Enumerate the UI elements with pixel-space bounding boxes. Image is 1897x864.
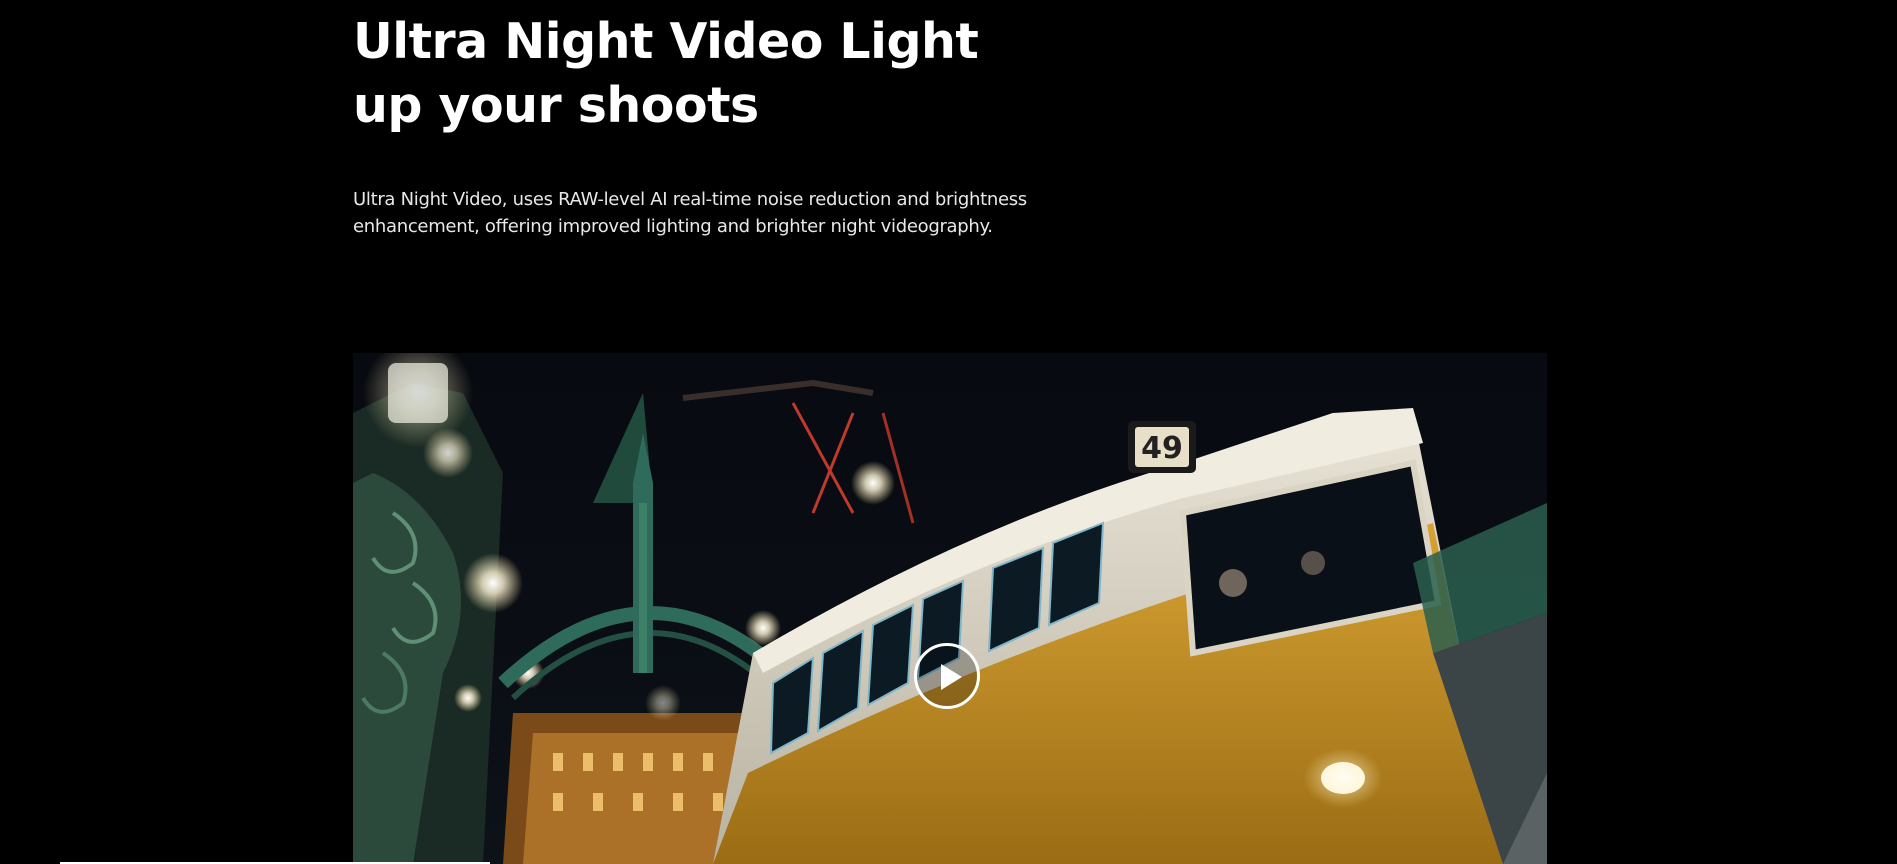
section-headline: Ultra Night Video Light up your shoots [353, 10, 1073, 138]
description-line-2: enhancement, offering improved lighting … [353, 216, 993, 237]
section-description: Ultra Night Video, uses RAW-level AI rea… [353, 186, 1113, 240]
video-poster-image: 49 [353, 353, 1547, 864]
headline-line-2: up your shoots [353, 77, 759, 134]
video-player[interactable]: 49 [353, 353, 1547, 864]
play-button[interactable] [914, 643, 980, 709]
play-icon [941, 664, 962, 690]
headline-line-1: Ultra Night Video Light [353, 13, 979, 70]
tram-route-number: 49 [1141, 431, 1183, 466]
feature-section: Ultra Night Video Light up your shoots U… [0, 0, 1897, 864]
description-line-1: Ultra Night Video, uses RAW-level AI rea… [353, 189, 1027, 210]
